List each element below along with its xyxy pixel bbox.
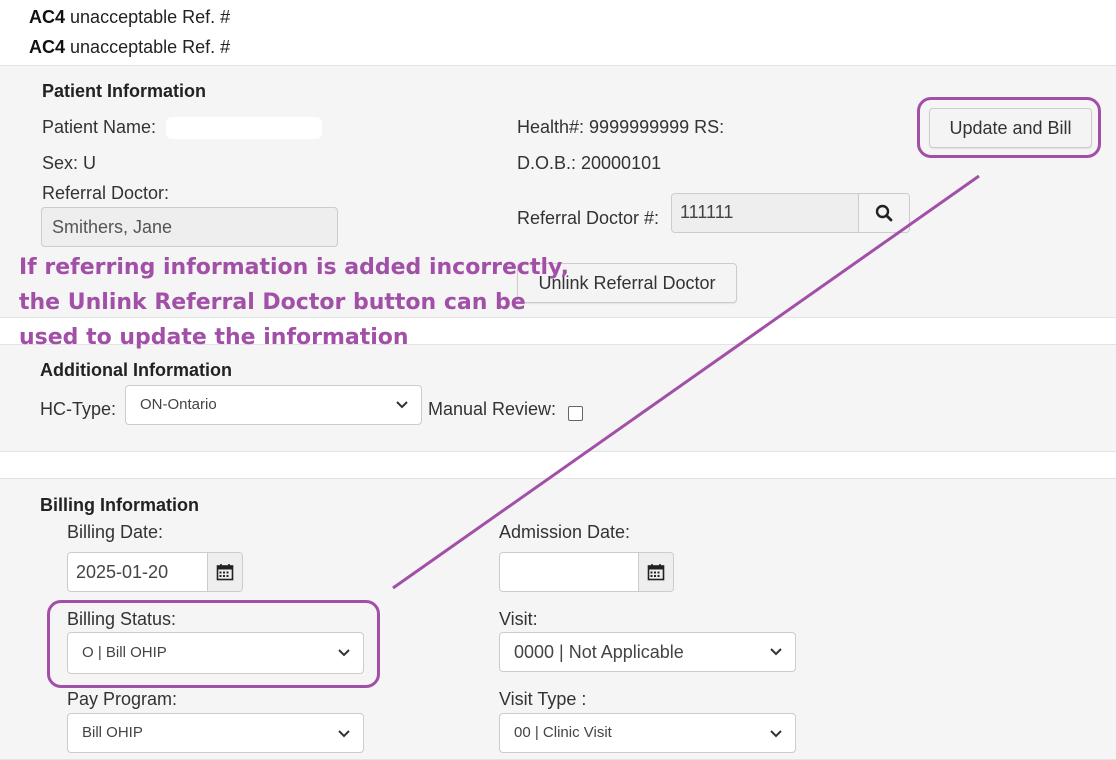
annotation-connector-line bbox=[392, 174, 980, 590]
annotation-line-2: the Unlink Referral Doctor button can be bbox=[19, 290, 526, 315]
annotation-line-1: If referring information is added incorr… bbox=[19, 255, 570, 280]
annotation-line-3: used to update the information bbox=[19, 325, 409, 350]
